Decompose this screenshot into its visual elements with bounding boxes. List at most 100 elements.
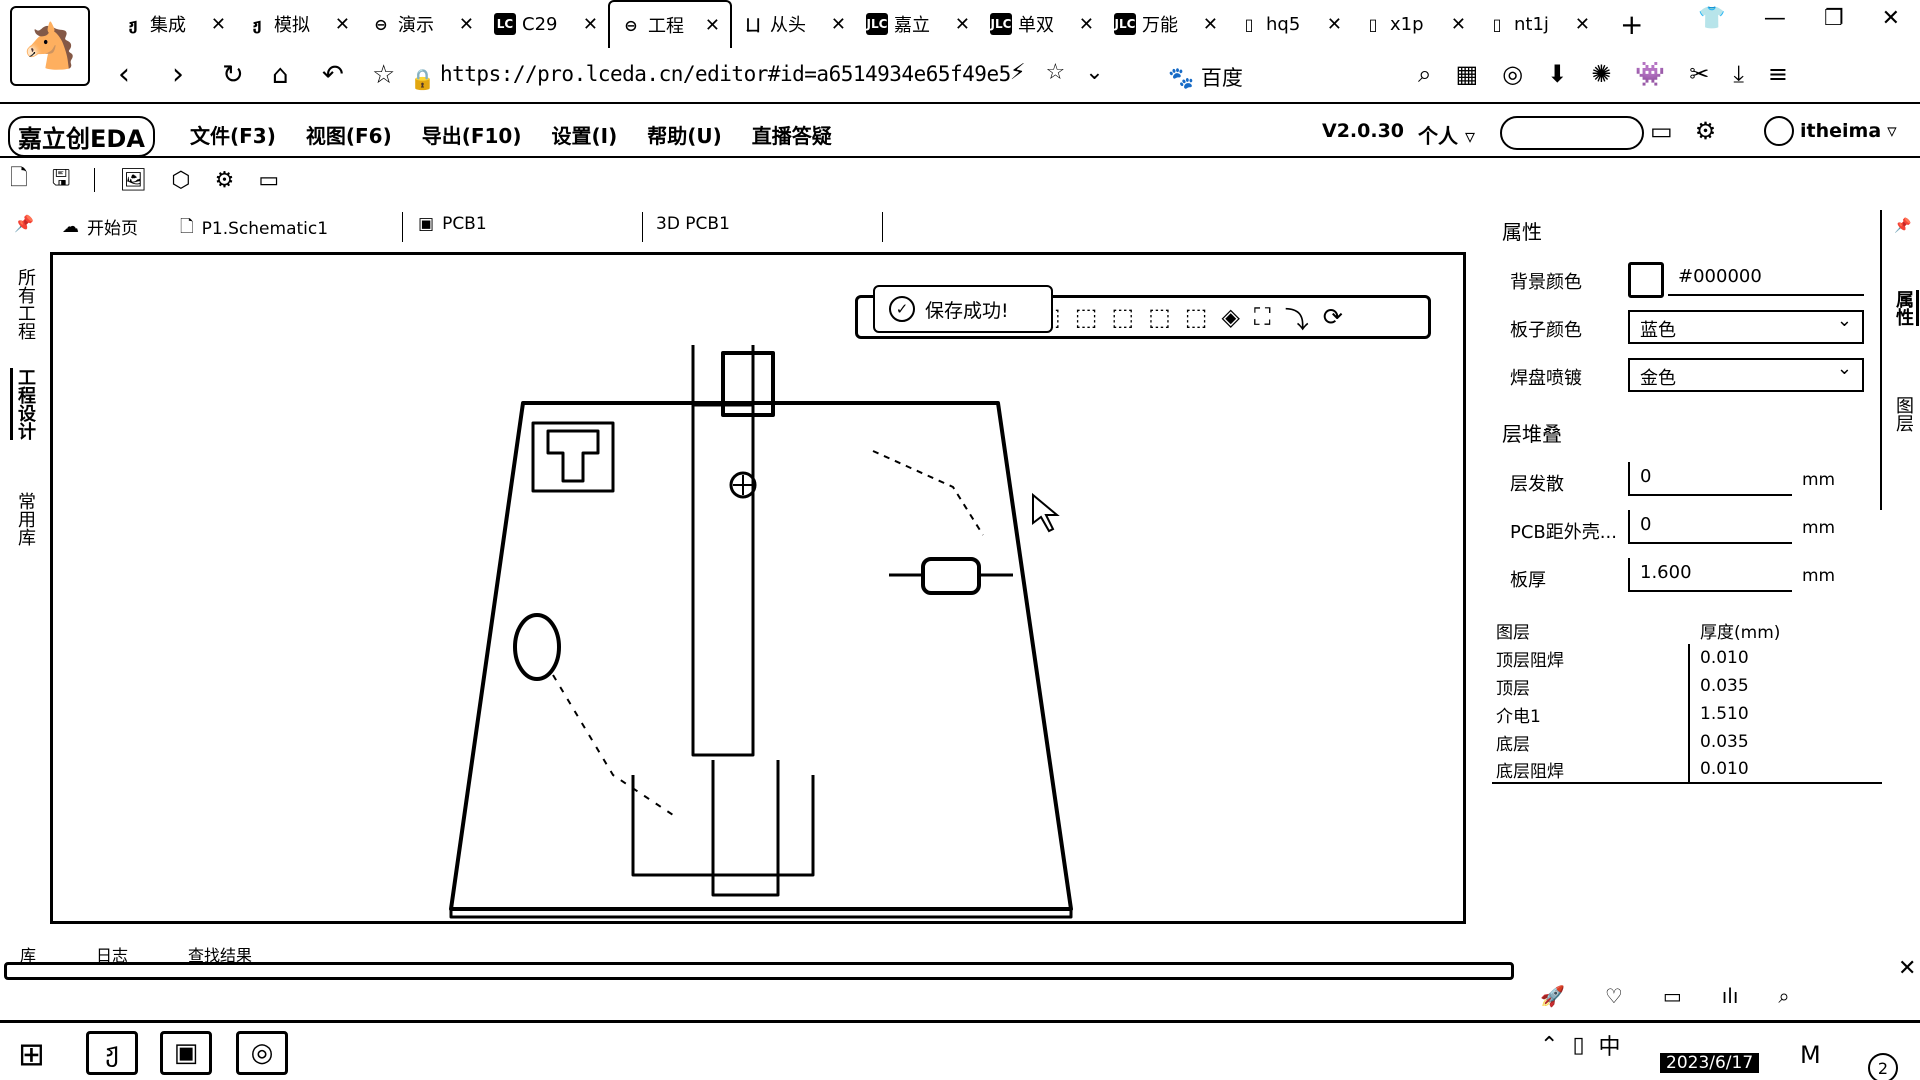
tab-close-icon[interactable]: ✕ — [955, 14, 970, 35]
bg-color-input[interactable]: #000000 — [1668, 262, 1864, 296]
rtab-properties[interactable]: 属性 — [1890, 290, 1919, 326]
3d-model-icon[interactable]: ⬡ — [171, 168, 190, 193]
lightning-icon[interactable]: ⚡ — [1010, 60, 1025, 85]
clock-date[interactable]: 2023/6/17 — [1660, 1053, 1760, 1073]
tab-close-icon[interactable]: ✕ — [1451, 14, 1466, 35]
bookmark-star-icon[interactable]: ☆ — [372, 60, 395, 90]
doc-tab-start-page[interactable]: ☁ 开始页 — [62, 214, 138, 240]
board-color-select[interactable]: 蓝色 — [1628, 310, 1864, 344]
chevron-down-icon[interactable]: ⌄ — [1085, 60, 1103, 85]
browser-tab[interactable]: JLC 万能 ✕ — [1104, 0, 1228, 48]
export-icon[interactable]: ⤵ — [1285, 300, 1309, 335]
chat-icon[interactable]: ♡ — [1605, 984, 1623, 1008]
browser-tab[interactable]: ▯ nt1j ✕ — [1476, 0, 1600, 48]
browser-tab[interactable]: ჟ 集成 ✕ — [112, 0, 236, 48]
tab-close-icon[interactable]: ✕ — [335, 14, 350, 35]
menu-item[interactable]: 设置(I) — [552, 120, 618, 149]
team-selector[interactable]: 个人 ▿ — [1418, 120, 1475, 149]
table-row[interactable]: 底层阻焊 0.010 — [1492, 755, 1882, 784]
rocket-icon[interactable]: 🚀 — [1540, 984, 1565, 1008]
rotate-icon[interactable]: ⟳ — [1323, 303, 1343, 331]
forward-icon[interactable]: › — [172, 60, 184, 90]
settings-gear-icon[interactable]: ⚙ — [215, 168, 235, 193]
taskbar-app-eda-icon[interactable]: ჟ — [86, 1031, 138, 1075]
table-row[interactable]: 顶层 0.035 — [1492, 672, 1882, 700]
secure-lock-icon[interactable]: 🔒 — [410, 64, 435, 94]
tab-close-icon[interactable]: ✕ — [1327, 14, 1342, 35]
ime-indicator[interactable]: 中 — [1599, 1029, 1621, 1061]
layer-spread-input[interactable]: 0 — [1628, 462, 1792, 496]
doc-tab-schematic[interactable]: 🗋 P1.Schematic1 — [180, 214, 328, 243]
close-panel-icon[interactable]: ✕ — [1898, 956, 1916, 981]
browser-tab[interactable]: ㄩ从头 ✕ — [732, 0, 856, 48]
pin-icon[interactable]: 📌 — [14, 214, 34, 233]
new-file-icon[interactable]: 🗋 — [10, 161, 28, 199]
view-left-icon[interactable]: ⬚ — [1111, 303, 1134, 331]
view-iso-icon[interactable]: ⬚ — [1185, 303, 1208, 331]
audio-icon[interactable]: ılı — [1722, 984, 1739, 1008]
horizontal-scrollbar[interactable] — [4, 962, 1514, 980]
browser-tab[interactable]: ⊖ 工程 ✕ — [608, 0, 732, 48]
vtab-project-design[interactable]: 工程设计 — [10, 368, 36, 440]
screen-icon[interactable]: ▭ — [1663, 984, 1682, 1008]
apps-grid-icon[interactable]: ▦ — [1455, 60, 1478, 88]
view-right-icon[interactable]: ⬚ — [1148, 303, 1171, 331]
menu-item[interactable]: 直播答疑 — [752, 120, 832, 149]
view-back-icon[interactable]: ⬚ — [1075, 303, 1098, 331]
browser-tab[interactable]: ⊖ 演示 ✕ — [360, 0, 484, 48]
scissors-icon[interactable]: ✂ — [1689, 60, 1709, 88]
table-row[interactable]: 顶层阻焊 0.010 — [1492, 644, 1882, 672]
doc-tab-pcb[interactable]: ▣ PCB1 — [418, 214, 487, 234]
browser-tab[interactable]: ჟ 模拟 ✕ — [236, 0, 360, 48]
download-manager-icon[interactable]: ⬇ — [1547, 60, 1567, 88]
tab-close-icon[interactable]: ✕ — [211, 14, 226, 35]
rtab-layers[interactable]: 图层 — [1890, 396, 1916, 432]
image-export-icon[interactable]: 🖼 — [119, 168, 147, 193]
minimize-icon[interactable]: — — [1764, 6, 1786, 31]
tab-close-icon[interactable]: ✕ — [459, 14, 474, 35]
layers-icon[interactable]: ◈ — [1221, 303, 1239, 331]
eda-logo[interactable]: 嘉立创EDA — [8, 116, 155, 157]
tab-close-icon[interactable]: ✕ — [1575, 14, 1590, 35]
tab-close-icon[interactable]: ✕ — [1203, 14, 1218, 35]
notification-badge[interactable]: 2 — [1868, 1053, 1898, 1080]
menu-item[interactable]: 帮助(U) — [647, 120, 722, 149]
skin-shirt-icon[interactable]: 👕 — [1698, 6, 1725, 31]
menu-icon[interactable]: ≡ — [1768, 60, 1788, 88]
back-icon[interactable]: ‹ — [118, 60, 130, 90]
pad-finish-select[interactable]: 金色 — [1628, 358, 1864, 392]
home-icon[interactable]: ⌂ — [272, 60, 289, 90]
reload-icon[interactable]: ↻ — [222, 60, 244, 90]
community-icon[interactable]: ⚙ — [1695, 117, 1717, 145]
search-icon[interactable]: ⌕ — [1418, 60, 1431, 88]
browser-tab[interactable]: ▯ x1p ✕ — [1352, 0, 1476, 48]
tab-close-icon[interactable]: ✕ — [705, 15, 720, 36]
restore-icon[interactable]: ❐ — [1824, 6, 1844, 31]
save-icon[interactable]: 🖫 — [52, 161, 71, 199]
bottom-tab[interactable]: 查找结果 — [188, 942, 252, 962]
tab-close-icon[interactable]: ✕ — [583, 14, 598, 35]
thickness-input[interactable]: 1.600 — [1628, 558, 1792, 592]
pcb-distance-input[interactable]: 0 — [1628, 510, 1792, 544]
bottom-tab[interactable]: 库 — [20, 942, 36, 962]
tab-close-icon[interactable]: ✕ — [1079, 14, 1094, 35]
table-row[interactable]: 介电1 1.510 — [1492, 700, 1882, 728]
menu-item[interactable]: 导出(F10) — [422, 120, 522, 149]
taskbar-app-monitor-icon[interactable]: ▣ — [160, 1031, 212, 1075]
download-icon[interactable]: ⤓ — [1733, 60, 1744, 88]
doc-tab-3d-pcb[interactable]: 3D PCB1 — [656, 214, 730, 234]
menu-item[interactable]: 视图(F6) — [306, 120, 392, 149]
usb-icon[interactable]: ▯ — [1572, 1033, 1584, 1058]
tray-chevron-up-icon[interactable]: ⌃ — [1540, 1033, 1558, 1058]
tray-m-icon[interactable]: M — [1800, 1041, 1821, 1069]
close-window-icon[interactable]: ✕ — [1882, 6, 1900, 31]
vtab-all-projects[interactable]: 所有工程 — [10, 268, 36, 340]
browser-tab[interactable]: JLC 嘉立 ✕ — [856, 0, 980, 48]
taskbar-app-browser-icon[interactable]: ◎ — [236, 1031, 288, 1075]
windows-start-icon[interactable]: ⊞ — [18, 1035, 45, 1073]
table-row[interactable]: 底层 0.035 — [1492, 728, 1882, 756]
url-input[interactable]: https://pro.lceda.cn/editor#id=a6514934e… — [440, 62, 1011, 86]
panel-toggle-icon[interactable]: ▭ — [258, 168, 279, 193]
monitor-icon[interactable]: ▭ — [1650, 117, 1673, 145]
bottom-tab[interactable]: 日志 — [96, 942, 128, 962]
